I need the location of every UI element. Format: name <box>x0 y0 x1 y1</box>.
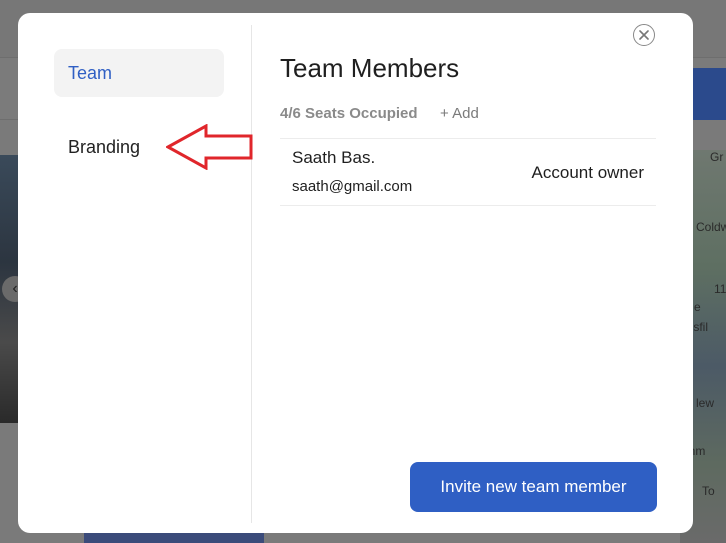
invite-member-button[interactable]: Invite new team member <box>410 462 657 512</box>
annotation-arrow-icon <box>166 124 253 170</box>
page-title: Team Members <box>280 53 460 83</box>
map-label: To <box>702 484 715 498</box>
team-settings-modal: Team Branding Team Members 4/6 Seats Occ… <box>18 13 693 533</box>
map-label: e <box>694 300 701 314</box>
background-map-button <box>690 68 726 120</box>
add-member-link[interactable]: + Add <box>440 105 479 122</box>
modal-sidebar: Team Branding <box>18 13 251 533</box>
map-label: Gr <box>710 150 724 164</box>
map-label: 11 <box>714 282 726 296</box>
member-name: Saath Bas. <box>292 148 376 167</box>
map-label: lew <box>696 396 715 410</box>
background-strip <box>84 533 264 543</box>
sidebar-item-team[interactable]: Team <box>54 49 224 97</box>
sidebar-divider <box>251 25 252 523</box>
seats-counter: 4/6 Seats Occupied <box>280 105 418 122</box>
member-role: Account owner <box>531 163 644 182</box>
table-row: Saath Bas. saath@gmail.com Account owner <box>280 138 656 206</box>
map-label: Coldw <box>696 220 726 234</box>
close-button[interactable] <box>633 24 655 46</box>
member-email: saath@gmail.com <box>292 178 413 195</box>
close-icon <box>639 30 649 40</box>
